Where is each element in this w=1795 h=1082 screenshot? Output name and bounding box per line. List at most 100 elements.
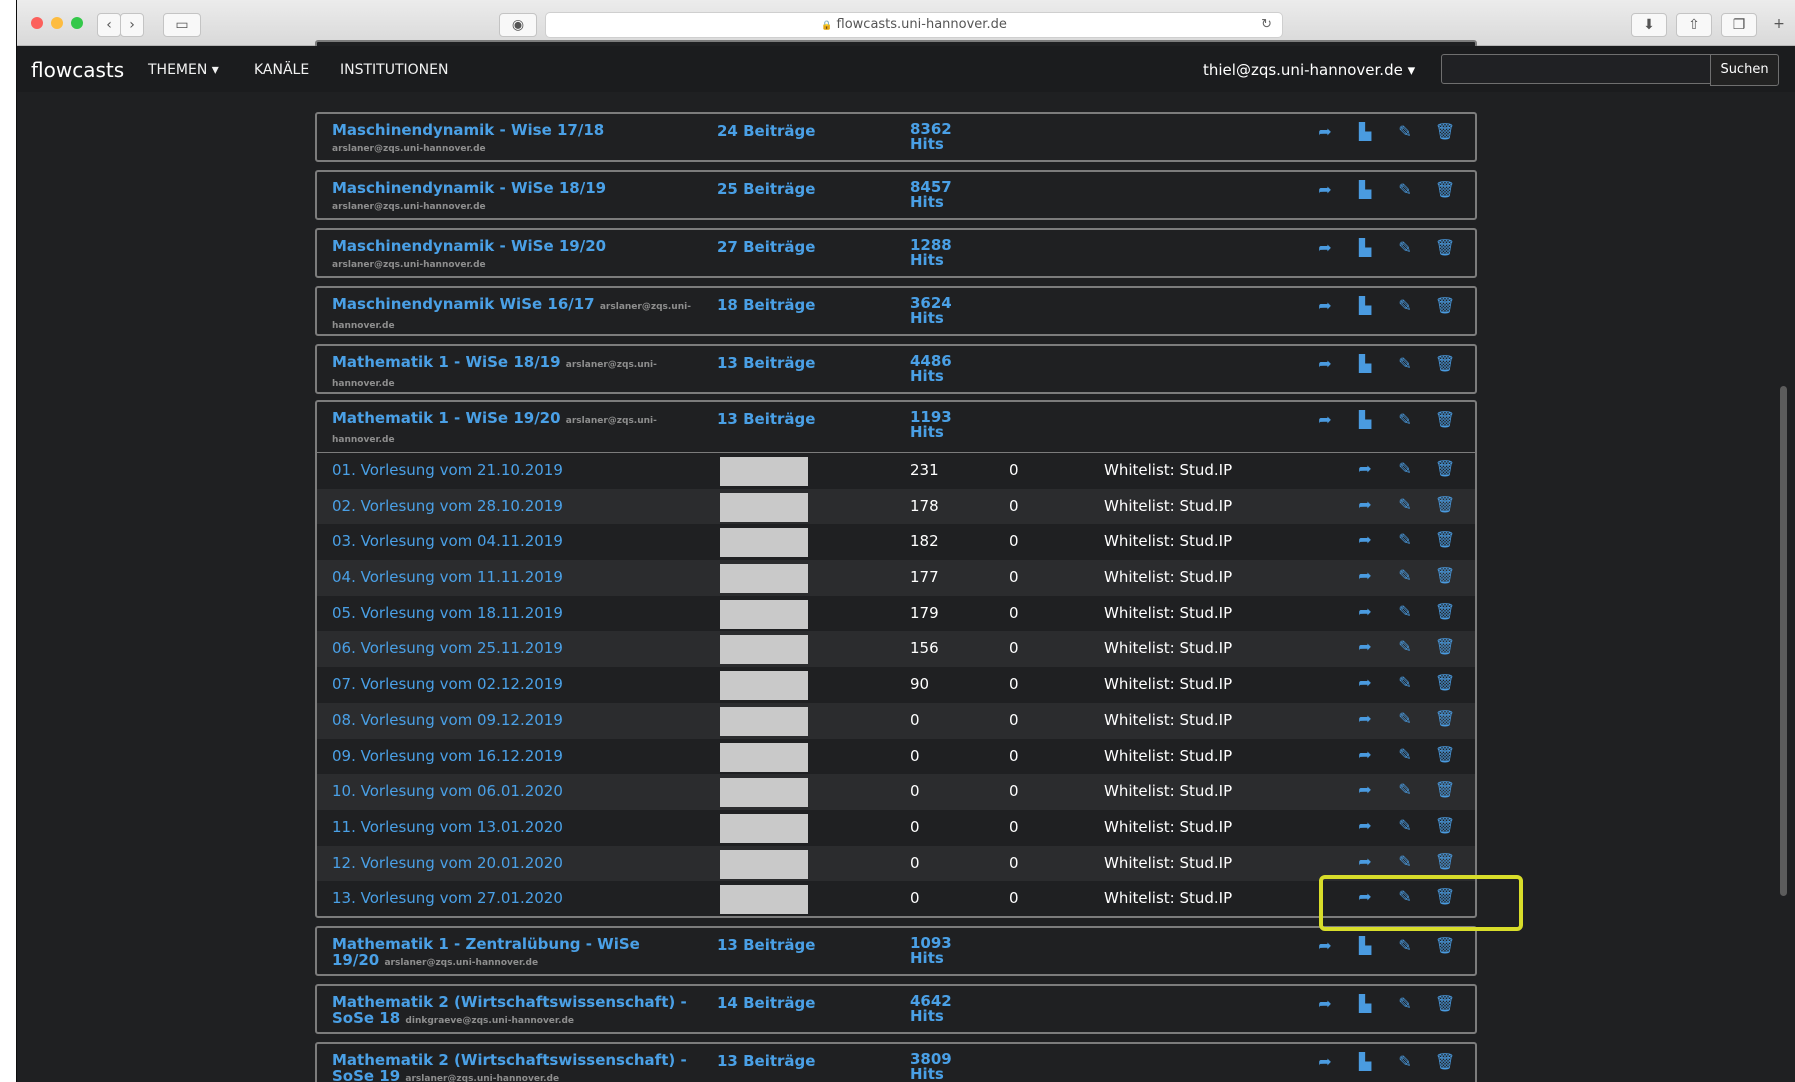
share-icon[interactable]: ➦	[1305, 180, 1345, 199]
share-icon[interactable]: ➦	[1345, 816, 1385, 835]
lecture-title-link[interactable]: 11. Vorlesung vom 13.01.2020	[332, 818, 563, 836]
forward-icon[interactable]: ›	[120, 13, 144, 37]
edit-icon[interactable]: ✎	[1385, 122, 1425, 141]
lecture-thumbnail[interactable]	[720, 599, 808, 629]
share-icon[interactable]: ➦	[1345, 745, 1385, 764]
edit-icon[interactable]: ✎	[1385, 709, 1425, 728]
file-icon[interactable]: ▙	[1345, 238, 1385, 257]
lecture-title-link[interactable]: 07. Vorlesung vom 02.12.2019	[332, 675, 563, 693]
channel-panel[interactable]: Maschinendynamik - WiSe 18/19 arslaner@z…	[315, 170, 1477, 220]
channel-panel[interactable]: Maschinendynamik WiSe 16/17 arslaner@zqs…	[315, 286, 1477, 336]
trash-icon[interactable]: 🗑	[1425, 780, 1465, 799]
channel-title[interactable]: Mathematik 1 - WiSe 19/20	[332, 409, 561, 427]
channel-title[interactable]: Mathematik 1 - WiSe 18/19	[332, 353, 561, 371]
channel-panel[interactable]: Mathematik 1 - WiSe 18/19 arslaner@zqs.u…	[315, 344, 1477, 394]
channel-title[interactable]: Maschinendynamik - WiSe 19/20	[332, 237, 606, 255]
edit-icon[interactable]: ✎	[1385, 354, 1425, 373]
edit-icon[interactable]: ✎	[1385, 530, 1425, 549]
trash-icon[interactable]: 🗑	[1425, 816, 1465, 835]
lecture-title-link[interactable]: 04. Vorlesung vom 11.11.2019	[332, 568, 563, 586]
edit-icon[interactable]: ✎	[1385, 780, 1425, 799]
channel-title[interactable]: Maschinendynamik - Wise 17/18	[332, 121, 604, 139]
share-icon[interactable]: ➦	[1305, 296, 1345, 315]
lecture-thumbnail[interactable]	[720, 885, 808, 915]
trash-icon[interactable]: 🗑	[1425, 180, 1465, 199]
lecture-title-link[interactable]: 05. Vorlesung vom 18.11.2019	[332, 604, 563, 622]
channel-panel[interactable]: Maschinendynamik - Wise 17/18 arslaner@z…	[315, 112, 1477, 162]
lecture-thumbnail[interactable]	[720, 778, 808, 808]
edit-icon[interactable]: ✎	[1385, 180, 1425, 199]
share-icon[interactable]: ➦	[1345, 780, 1385, 799]
trash-icon[interactable]: 🗑	[1425, 566, 1465, 585]
lecture-thumbnail[interactable]	[720, 564, 808, 594]
lecture-title-link[interactable]: 01. Vorlesung vom 21.10.2019	[332, 461, 563, 479]
channel-panel[interactable]: Mathematik 2 (Wirtschaftswissenschaft) -…	[315, 984, 1477, 1034]
lecture-thumbnail[interactable]	[720, 671, 808, 701]
share-icon[interactable]: ➦	[1345, 459, 1385, 478]
trash-icon[interactable]: 🗑	[1425, 459, 1465, 478]
edit-icon[interactable]: ✎	[1385, 1052, 1425, 1071]
lecture-title-link[interactable]: 09. Vorlesung vom 16.12.2019	[332, 747, 563, 765]
trash-icon[interactable]: 🗑	[1425, 745, 1465, 764]
trash-icon[interactable]: 🗑	[1425, 936, 1465, 955]
trash-icon[interactable]: 🗑	[1425, 410, 1465, 429]
reload-icon[interactable]: ↻	[1261, 13, 1272, 37]
edit-icon[interactable]: ✎	[1385, 459, 1425, 478]
trash-icon[interactable]: 🗑	[1425, 602, 1465, 621]
edit-icon[interactable]: ✎	[1385, 673, 1425, 692]
sidebar-toggle-icon[interactable]: ▭	[163, 13, 201, 37]
trash-icon[interactable]: 🗑	[1425, 1052, 1465, 1071]
lecture-title-link[interactable]: 13. Vorlesung vom 27.01.2020	[332, 889, 563, 907]
page-scrollbar[interactable]	[1780, 386, 1787, 896]
lecture-title-link[interactable]: 02. Vorlesung vom 28.10.2019	[332, 497, 563, 515]
trash-icon[interactable]: 🗑	[1425, 296, 1465, 315]
lecture-title-link[interactable]: 10. Vorlesung vom 06.01.2020	[332, 782, 563, 800]
shield-icon[interactable]: ◉	[499, 13, 537, 37]
minimize-window-icon[interactable]	[51, 17, 63, 29]
share-icon[interactable]: ➦	[1345, 709, 1385, 728]
lecture-thumbnail[interactable]	[720, 457, 808, 486]
file-icon[interactable]: ▙	[1345, 180, 1385, 199]
address-bar[interactable]: 🔒 flowcasts.uni-hannover.de ↻	[545, 12, 1283, 38]
share-icon[interactable]: ➦	[1345, 673, 1385, 692]
nav-institutionen[interactable]: INSTITUTIONEN	[340, 62, 448, 78]
share-icon[interactable]: ➦	[1345, 602, 1385, 621]
lecture-title-link[interactable]: 12. Vorlesung vom 20.01.2020	[332, 854, 563, 872]
lecture-thumbnail[interactable]	[720, 849, 808, 879]
close-window-icon[interactable]	[31, 17, 43, 29]
file-icon[interactable]: ▙	[1345, 122, 1385, 141]
search-input[interactable]	[1441, 54, 1711, 84]
channel-panel[interactable]: Mathematik 2 (Wirtschaftswissenschaft) -…	[315, 1042, 1477, 1082]
lecture-thumbnail[interactable]	[720, 492, 808, 522]
edit-icon[interactable]: ✎	[1385, 296, 1425, 315]
share-icon[interactable]: ➦	[1305, 354, 1345, 373]
share-icon[interactable]: ➦	[1305, 936, 1345, 955]
file-icon[interactable]: ▙	[1345, 936, 1385, 955]
share-icon[interactable]: ➦	[1345, 530, 1385, 549]
lecture-thumbnail[interactable]	[720, 742, 808, 772]
user-menu[interactable]: thiel@zqs.uni-hannover.de ▾	[1203, 61, 1415, 79]
share-sheet-icon[interactable]: ⇧	[1676, 13, 1712, 37]
lecture-thumbnail[interactable]	[720, 813, 808, 843]
edit-icon[interactable]: ✎	[1385, 816, 1425, 835]
share-icon[interactable]: ➦	[1345, 852, 1385, 871]
share-icon[interactable]: ➦	[1305, 410, 1345, 429]
share-icon[interactable]: ➦	[1345, 495, 1385, 514]
share-icon[interactable]: ➦	[1305, 994, 1345, 1013]
tabs-overview-icon[interactable]: ❐	[1721, 13, 1757, 37]
file-icon[interactable]: ▙	[1345, 354, 1385, 373]
trash-icon[interactable]: 🗑	[1425, 994, 1465, 1013]
zoom-window-icon[interactable]	[71, 17, 83, 29]
trash-icon[interactable]: 🗑	[1425, 530, 1465, 549]
edit-icon[interactable]: ✎	[1385, 410, 1425, 429]
trash-icon[interactable]: 🗑	[1425, 673, 1465, 692]
edit-icon[interactable]: ✎	[1385, 936, 1425, 955]
channel-panel[interactable]: Maschinendynamik - WiSe 19/20 arslaner@z…	[315, 228, 1477, 278]
trash-icon[interactable]: 🗑	[1425, 238, 1465, 257]
nav-themen-dropdown[interactable]: THEMEN ▾	[148, 62, 219, 78]
trash-icon[interactable]: 🗑	[1425, 122, 1465, 141]
lecture-thumbnail[interactable]	[720, 706, 808, 736]
trash-icon[interactable]: 🗑	[1425, 354, 1465, 373]
file-icon[interactable]: ▙	[1345, 410, 1385, 429]
trash-icon[interactable]: 🗑	[1425, 495, 1465, 514]
